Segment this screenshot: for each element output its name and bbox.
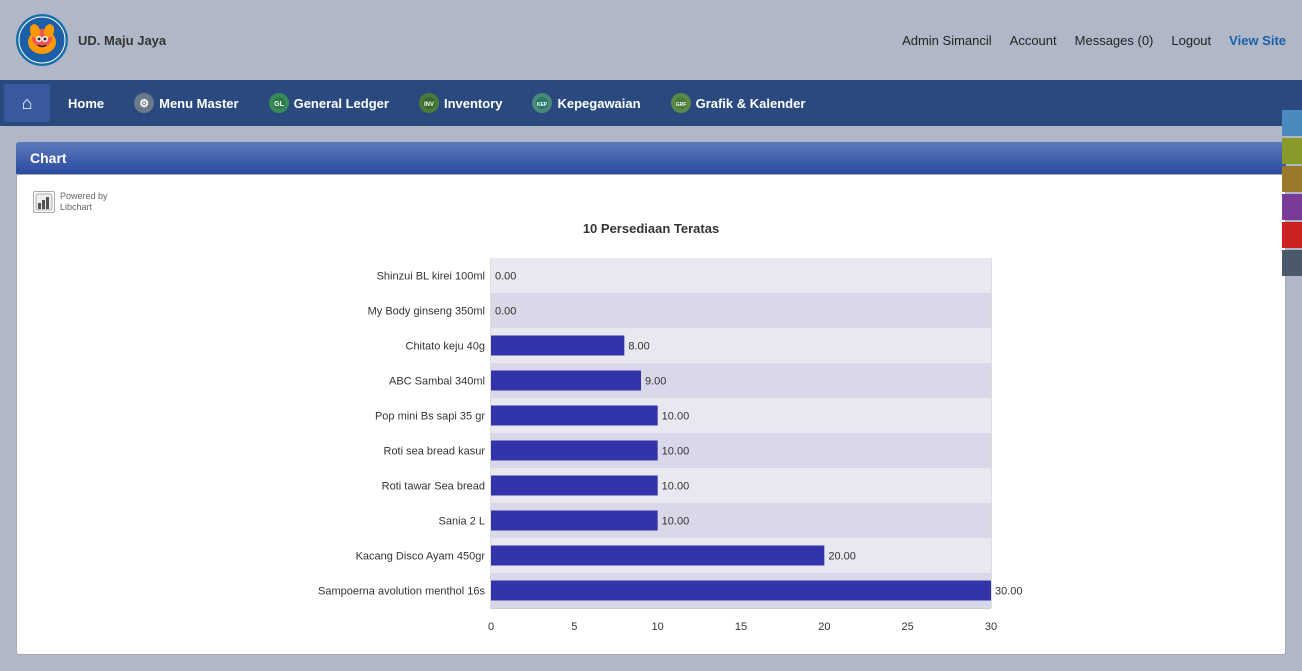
bar-chart-svg: 0 5 10 15 20 25 30 0.00 Shinzui BL kirei 100ml 0.… <box>271 248 1031 638</box>
svg-text:30: 30 <box>985 621 997 633</box>
chart-container: Powered by Libchart 10 Persediaan Terata… <box>16 174 1286 655</box>
grafik-icon: GRF <box>671 93 691 113</box>
nav-grafik-label: Grafik & Kalender <box>696 96 806 111</box>
view-site-link[interactable]: View Site <box>1229 33 1286 48</box>
nav-item-general-ledger[interactable]: GL General Ledger <box>255 84 403 122</box>
svg-text:9.00: 9.00 <box>645 376 666 388</box>
chart-title: 10 Persediaan Teratas <box>33 221 1269 236</box>
svg-text:My Body ginseng 350ml: My Body ginseng 350ml <box>368 306 485 318</box>
svg-text:0: 0 <box>488 621 494 633</box>
nav-home-button[interactable]: ⌂ <box>4 84 50 122</box>
chart-section-header: Chart <box>16 142 1286 174</box>
swatch-gray[interactable] <box>1282 250 1302 276</box>
svg-text:10.00: 10.00 <box>662 481 690 493</box>
sidebar-swatches <box>1282 110 1302 276</box>
svg-text:KEP: KEP <box>537 102 548 108</box>
libchart-icon <box>33 191 55 213</box>
swatch-red[interactable] <box>1282 222 1302 248</box>
chart-header-label: Chart <box>30 150 67 166</box>
inventory-icon: INV <box>419 93 439 113</box>
svg-text:10.00: 10.00 <box>662 446 690 458</box>
svg-text:10.00: 10.00 <box>662 516 690 528</box>
nav-item-menu-master[interactable]: ⚙ Menu Master <box>120 84 252 122</box>
libchart-text: Powered by Libchart <box>60 191 108 213</box>
nav-item-grafik[interactable]: GRF Grafik & Kalender <box>657 84 820 122</box>
svg-text:GRF: GRF <box>675 102 686 108</box>
svg-text:Sania 2 L: Sania 2 L <box>439 516 485 528</box>
libchart-logo: Powered by Libchart <box>33 191 1269 213</box>
svg-text:0.00: 0.00 <box>495 271 516 283</box>
nav-kepegawaian-label: Kepegawaian <box>557 96 640 111</box>
swatch-blue[interactable] <box>1282 110 1302 136</box>
svg-text:Pop mini Bs sapi 35 gr: Pop mini Bs sapi 35 gr <box>375 411 485 423</box>
svg-text:25: 25 <box>902 621 914 633</box>
svg-text:30.00: 30.00 <box>995 586 1023 598</box>
svg-text:20: 20 <box>818 621 830 633</box>
svg-text:5: 5 <box>571 621 577 633</box>
nav-general-ledger-label: General Ledger <box>294 96 389 111</box>
svg-text:0.00: 0.00 <box>495 306 516 318</box>
account-link[interactable]: Account <box>1010 33 1057 48</box>
admin-label: Admin Simancil <box>902 33 992 48</box>
svg-text:INV: INV <box>424 102 434 108</box>
svg-text:10: 10 <box>652 621 664 633</box>
svg-text:Sampoerna avolution menthol 16: Sampoerna avolution menthol 16s <box>318 586 485 598</box>
svg-text:15: 15 <box>735 621 747 633</box>
gear-icon: ⚙ <box>134 93 154 113</box>
libchart-name: Libchart <box>60 202 108 213</box>
swatch-purple[interactable] <box>1282 194 1302 220</box>
svg-text:ABC Sambal 340ml: ABC Sambal 340ml <box>389 376 485 388</box>
header-right: Admin Simancil Account Messages (0) Logo… <box>902 33 1286 48</box>
nav-item-home[interactable]: Home <box>54 84 118 122</box>
nav-item-inventory[interactable]: INV Inventory <box>405 84 517 122</box>
nav-item-kepegawaian[interactable]: KEP Kepegawaian <box>518 84 654 122</box>
nav-menu-master-label: Menu Master <box>159 96 238 111</box>
navbar: ⌂ Home ⚙ Menu Master GL General Ledger I… <box>0 80 1302 126</box>
svg-text:20.00: 20.00 <box>828 551 856 563</box>
svg-text:8.00: 8.00 <box>628 341 649 353</box>
logo <box>16 14 68 66</box>
svg-text:Shinzui BL kirei 100ml: Shinzui BL kirei 100ml <box>377 271 485 283</box>
content: Chart Powered by Libchart 10 Persediaan … <box>0 126 1302 671</box>
home-icon: ⌂ <box>22 93 33 114</box>
header-left: UD. Maju Jaya <box>16 14 166 66</box>
swatch-brown[interactable] <box>1282 166 1302 192</box>
svg-text:Roti sea bread kasur: Roti sea bread kasur <box>384 446 486 458</box>
nav-home-label: Home <box>68 96 104 111</box>
swatch-olive[interactable] <box>1282 138 1302 164</box>
svg-text:GL: GL <box>274 101 284 108</box>
gl-icon: GL <box>269 93 289 113</box>
logout-link[interactable]: Logout <box>1171 33 1211 48</box>
header: UD. Maju Jaya Admin Simancil Account Mes… <box>0 0 1302 80</box>
messages-link[interactable]: Messages (0) <box>1075 33 1154 48</box>
nav-inventory-label: Inventory <box>444 96 503 111</box>
svg-text:Roti tawar Sea bread: Roti tawar Sea bread <box>382 481 485 493</box>
svg-text:Kacang Disco Ayam 450gr: Kacang Disco Ayam 450gr <box>356 551 486 563</box>
company-name: UD. Maju Jaya <box>78 33 166 48</box>
svg-text:Chitato keju 40g: Chitato keju 40g <box>406 341 486 353</box>
kepegawaian-icon: KEP <box>532 93 552 113</box>
svg-text:10.00: 10.00 <box>662 411 690 423</box>
powered-by-text: Powered by <box>60 191 108 202</box>
